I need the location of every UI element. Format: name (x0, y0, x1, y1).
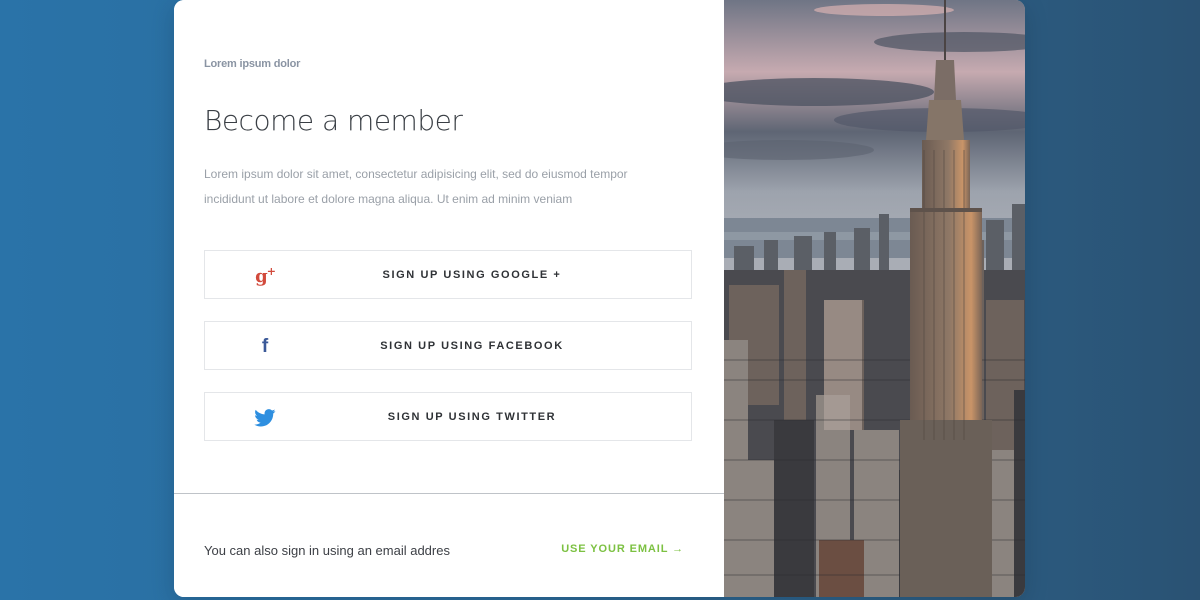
facebook-signup-button[interactable]: f SIGN UP USING FACEBOOK (204, 321, 692, 370)
signup-panel: Lorem ipsum dolor Become a member Lorem … (174, 0, 724, 597)
google-signup-label: SIGN UP USING GOOGLE + (382, 269, 562, 281)
city-skyline-image (724, 0, 1025, 597)
eyebrow-label: Lorem ipsum dolor (204, 58, 301, 70)
description-text: Lorem ipsum dolor sit amet, consectetur … (204, 167, 628, 206)
twitter-signup-label: SIGN UP USING TWITTER (387, 411, 557, 423)
google-signup-button[interactable]: g+ SIGN UP USING GOOGLE + (204, 250, 692, 299)
signup-card: Lorem ipsum dolor Become a member Lorem … (174, 0, 1025, 597)
facebook-signup-label: SIGN UP USING FACEBOOK (380, 340, 564, 352)
footer-divider (174, 493, 724, 494)
twitter-signup-button[interactable]: SIGN UP USING TWITTER (204, 392, 692, 441)
use-email-link[interactable]: USE YOUR EMAIL → (561, 543, 684, 555)
email-signin-text: You can also sign in using an email addr… (204, 543, 450, 558)
page-title: Become a member (204, 104, 463, 137)
